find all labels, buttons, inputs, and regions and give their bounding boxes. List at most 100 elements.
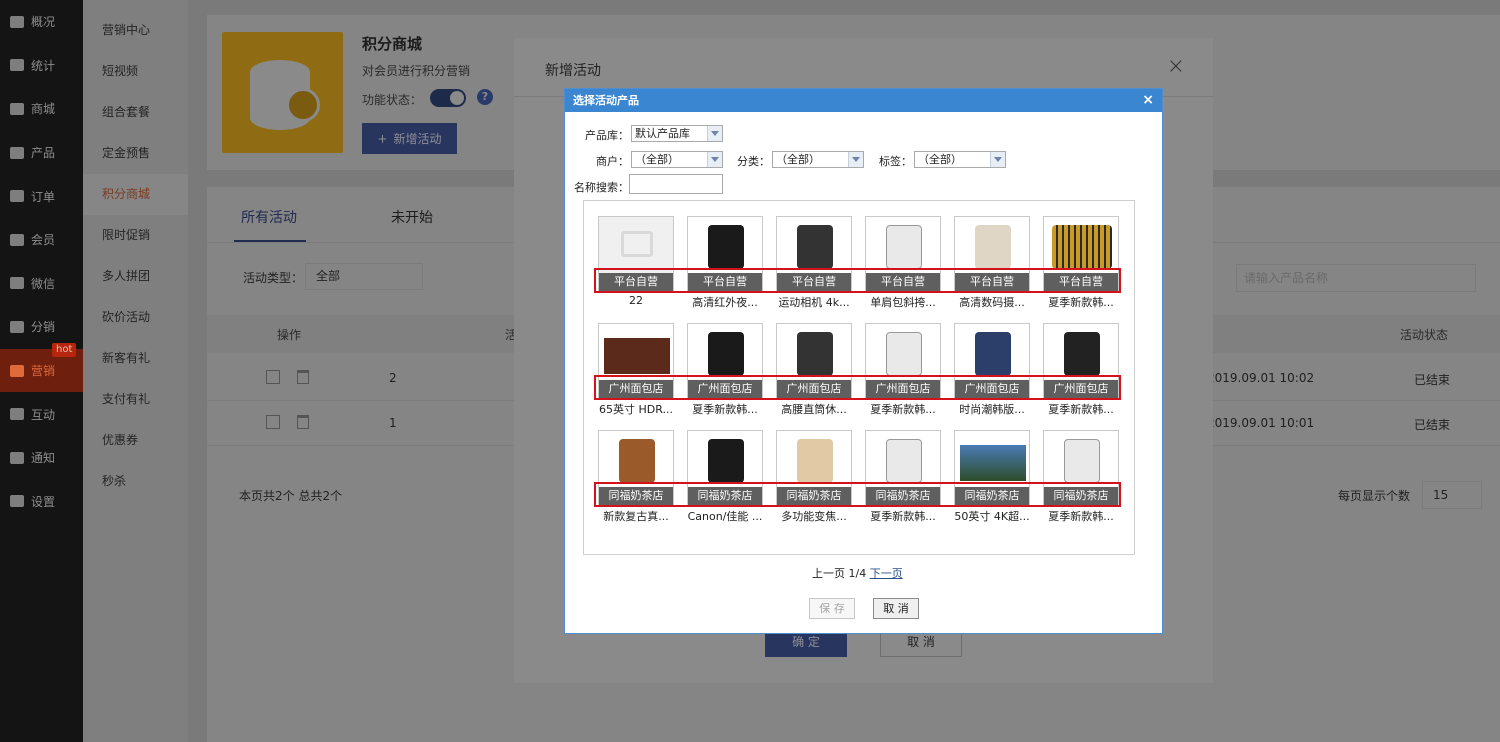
per-page-select[interactable]: 15 — [1422, 481, 1482, 509]
product-name: 新款复古真... — [603, 510, 669, 523]
gear-icon — [10, 495, 24, 508]
delete-icon[interactable] — [297, 370, 309, 384]
product-name: 夏季新款韩... — [1048, 510, 1114, 523]
merchant-value: （全部） — [635, 153, 679, 166]
product-image — [797, 225, 833, 269]
nav-item-label: 概况 — [31, 15, 56, 30]
product-card[interactable]: 同福奶茶店 夏季新款韩... — [865, 430, 941, 524]
dialog-title: 选择活动产品 — [573, 94, 639, 107]
shop-title: 积分商城 — [362, 35, 423, 53]
product-card[interactable]: 广州面包店 夏季新款韩... — [865, 323, 941, 417]
category-select[interactable]: （全部） — [772, 151, 864, 168]
product-card[interactable]: 平台自营 高清数码摄... — [954, 216, 1030, 310]
product-name: 夏季新款韩... — [870, 403, 936, 416]
product-card[interactable]: 同福奶茶店 夏季新款韩... — [1043, 430, 1119, 524]
product-card[interactable]: 广州面包店 65英寸 HDR... — [598, 323, 674, 417]
subnav-item[interactable]: 定金预售 — [83, 133, 188, 174]
subnav-item[interactable]: 限时促销 — [83, 215, 188, 256]
subnav-item[interactable]: 支付有礼 — [83, 379, 188, 420]
row-id: 2 — [389, 371, 397, 385]
delete-icon[interactable] — [297, 415, 309, 429]
close-icon[interactable]: × — [1167, 54, 1185, 79]
library-select[interactable]: 默认产品库 — [631, 125, 723, 142]
col-op: 操作 — [277, 328, 302, 342]
product-card[interactable]: 广州面包店 夏季新款韩... — [1043, 323, 1119, 417]
status-label: 功能状态： — [362, 93, 423, 107]
save-button[interactable]: 保 存 — [809, 598, 855, 619]
product-search-input[interactable]: 请输入产品名称 — [1236, 264, 1476, 292]
chevron-down-icon — [707, 126, 722, 141]
subnav-item[interactable]: 组合套餐 — [83, 92, 188, 133]
nav-item[interactable]: 互动 — [0, 392, 83, 436]
product-card[interactable]: 广州面包店 高腰直筒休... — [776, 323, 852, 417]
product-image — [960, 445, 1026, 481]
nav-item[interactable]: 概况 — [0, 0, 83, 44]
subnav-item[interactable]: 短视频 — [83, 51, 188, 92]
image-placeholder-icon — [621, 231, 653, 257]
status-toggle[interactable] — [430, 89, 466, 107]
activity-type-select[interactable]: 全部 — [305, 263, 423, 290]
pager-next[interactable]: 下一页 — [870, 567, 903, 580]
product-name: 65英寸 HDR... — [599, 403, 673, 416]
nav-item[interactable]: 商城 — [0, 87, 83, 131]
product-name: 50英寸 4K超... — [954, 510, 1030, 523]
product-card[interactable]: 平台自营 夏季新款韩... — [1043, 216, 1119, 310]
new-activity-label: 新增活动 — [393, 132, 442, 146]
merchant-select[interactable]: （全部） — [631, 151, 723, 168]
product-card[interactable]: 平台自营 22 — [598, 216, 674, 307]
product-name: 时尚潮韩版... — [959, 403, 1025, 416]
tag-label: 标签： — [879, 155, 912, 168]
help-icon[interactable]: ? — [477, 89, 493, 105]
dialog-cancel-button[interactable]: 取 消 — [873, 598, 919, 619]
nav-item[interactable]: 统计 — [0, 44, 83, 88]
tab-all[interactable]: 所有活动 — [241, 207, 297, 227]
product-image — [1064, 332, 1100, 376]
nav-item[interactable]: 设置 — [0, 480, 83, 524]
row-status: 已结束 — [1414, 373, 1451, 387]
nav-item[interactable]: 营销 hot — [0, 342, 83, 393]
subnav-item[interactable]: 秒杀 — [83, 461, 188, 502]
nav-item-label: 设置 — [31, 494, 56, 509]
product-card[interactable]: 平台自营 高清红外夜... — [687, 216, 763, 310]
main-nav: 概况 统计 商城 产品 订单 会员 微信 分销 营销 hot 互动 通知 设置 — [0, 0, 83, 742]
nav-item[interactable]: 订单 — [0, 174, 83, 218]
subnav-item[interactable]: 新客有礼 — [83, 338, 188, 379]
row-time: 2019.09.01 10:01 — [1207, 416, 1315, 430]
nav-item[interactable]: 会员 — [0, 218, 83, 262]
product-card[interactable]: 同福奶茶店 50英寸 4K超... — [954, 430, 1030, 524]
dialog-close-icon[interactable]: × — [1142, 89, 1154, 112]
product-image — [975, 225, 1011, 269]
dialog-header: 选择活动产品 × — [565, 89, 1162, 112]
product-card[interactable]: 平台自营 单肩包斜挎... — [865, 216, 941, 310]
col-status[interactable]: 活动状态 — [1400, 326, 1448, 343]
subnav-item[interactable]: 砍价活动 — [83, 297, 188, 338]
product-card[interactable]: 同福奶茶店 多功能变焦... — [776, 430, 852, 524]
hot-badge: hot — [52, 342, 77, 357]
new-activity-button[interactable]: + 新增活动 — [362, 123, 457, 154]
product-card[interactable]: 同福奶茶店 Canon/佳能 ... — [687, 430, 763, 524]
nav-item[interactable]: 微信 — [0, 262, 83, 306]
nav-item[interactable]: 通知 — [0, 436, 83, 480]
nav-item[interactable]: 产品 — [0, 131, 83, 175]
subnav-item[interactable]: 积分商城 — [83, 174, 188, 215]
chevron-down-icon — [707, 152, 722, 167]
product-card[interactable]: 同福奶茶店 新款复古真... — [598, 430, 674, 524]
subnav-item[interactable]: 营销中心 — [83, 10, 188, 51]
product-name: 多功能变焦... — [781, 510, 847, 523]
product-card[interactable]: 广州面包店 时尚潮韩版... — [954, 323, 1030, 417]
tag-value: （全部） — [918, 153, 962, 166]
tab-not-started[interactable]: 未开始 — [391, 207, 433, 227]
page-count: 本页共2个 总共2个 — [239, 489, 343, 503]
product-card[interactable]: 广州面包店 夏季新款韩... — [687, 323, 763, 417]
edit-icon[interactable] — [266, 370, 280, 384]
name-search-input[interactable] — [629, 174, 723, 194]
select-product-dialog: 选择活动产品 × 产品库： 默认产品库 商户： （全部） 分类： （全部） 标签… — [564, 88, 1163, 634]
tag-select[interactable]: （全部） — [914, 151, 1006, 168]
product-card[interactable]: 平台自营 运动相机 4k... — [776, 216, 852, 310]
subnav-item[interactable]: 多人拼团 — [83, 256, 188, 297]
edit-icon[interactable] — [266, 415, 280, 429]
row-time: 2019.09.01 10:02 — [1207, 371, 1315, 385]
nav-item-label: 通知 — [31, 451, 56, 466]
subnav-item[interactable]: 优惠券 — [83, 420, 188, 461]
category-value: （全部） — [776, 153, 820, 166]
